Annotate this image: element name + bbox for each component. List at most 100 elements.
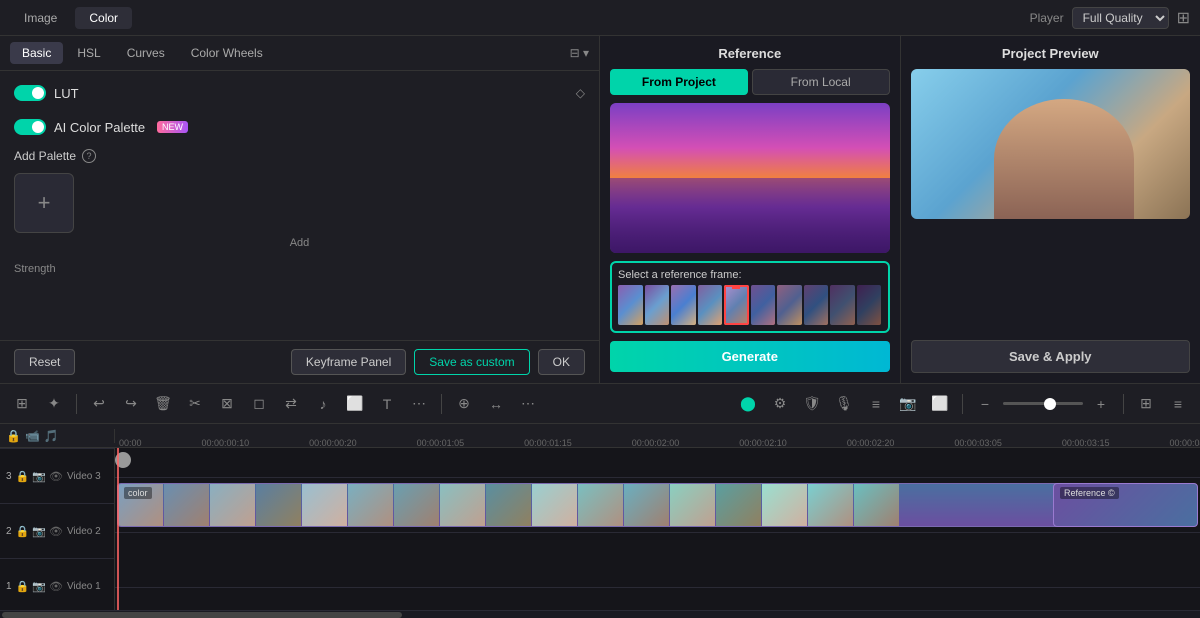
tool-list-view[interactable]: ≡ (1164, 390, 1192, 418)
track-row-video1[interactable] (115, 588, 1200, 610)
frame-thumb-4[interactable] (698, 285, 723, 325)
track-1-icons: 🔒 📷 👁 (16, 580, 63, 593)
strength-label: Strength (14, 263, 585, 275)
track-3-cam-icon[interactable]: 📷 (32, 470, 46, 483)
panel-body: LUT ◇ AI Color Palette NEW Add Palette ?… (0, 71, 599, 340)
reset-button[interactable]: Reset (14, 349, 75, 375)
tool-menu[interactable]: ≡ (862, 390, 890, 418)
track-3-eye-icon[interactable]: 👁 (49, 470, 63, 483)
tool-color-circle[interactable]: ⬤ (734, 390, 762, 418)
ok-button[interactable]: OK (538, 349, 585, 375)
frame-thumb-7[interactable] (777, 285, 802, 325)
timeline-ruler[interactable]: 00:00 00:00:00:10 00:00:00:20 00:00:01:0… (115, 424, 1200, 448)
from-local-tab[interactable]: From Local (752, 69, 890, 95)
frame-thumb-10[interactable] (857, 285, 882, 325)
tab-curves[interactable]: Curves (115, 42, 177, 64)
tool-more-2[interactable]: ⋯ (514, 390, 542, 418)
generate-button[interactable]: Generate (610, 341, 890, 372)
expand-icon[interactable]: ⊟ ▾ (570, 46, 589, 60)
track-number-1: 1 (6, 581, 12, 592)
ai-palette-toggle[interactable] (14, 119, 46, 135)
frame-thumb-6[interactable] (751, 285, 776, 325)
track-label-video3: 3 🔒 📷 👁 Video 3 (0, 449, 114, 504)
frame-thumb-8[interactable] (804, 285, 829, 325)
track-row-video2[interactable] (115, 533, 1200, 588)
tool-grid-view[interactable]: ⊞ (1132, 390, 1160, 418)
tool-delete[interactable]: 🗑 (149, 390, 177, 418)
ref-clip-video3[interactable]: Reference © (1053, 483, 1198, 527)
left-panel: Basic HSL Curves Color Wheels ⊟ ▾ LUT ◇ … (0, 36, 600, 383)
track-1-cam-icon[interactable]: 📷 (32, 580, 46, 593)
clip-thumb-c (210, 484, 255, 526)
tab-hsl[interactable]: HSL (65, 42, 112, 64)
main-clip-video3[interactable]: color (117, 483, 1150, 527)
time-3: 00:00:01:05 (417, 438, 465, 448)
tool-zoom-out[interactable]: − (971, 390, 999, 418)
tool-shield[interactable]: 🛡 (798, 390, 826, 418)
grid-layout-icon[interactable]: ⊞ (1177, 8, 1190, 28)
clip-thumb-n (716, 484, 761, 526)
clip-thumb-f (348, 484, 393, 526)
tl-lock-icon[interactable]: 🔒 (6, 429, 21, 443)
tab-color-wheels[interactable]: Color Wheels (179, 42, 275, 64)
tool-zoom-in[interactable]: + (1087, 390, 1115, 418)
reference-section: Reference From Project From Local Select… (600, 36, 901, 383)
track-1-eye-icon[interactable]: 👁 (49, 580, 63, 593)
project-preview-image (911, 69, 1191, 219)
track-row-video3[interactable]: color (115, 478, 1200, 533)
tool-transform[interactable]: ⊠ (213, 390, 241, 418)
save-custom-button[interactable]: Save as custom (414, 349, 529, 375)
sub-tabs-bar: Basic HSL Curves Color Wheels ⊟ ▾ (0, 36, 599, 71)
tool-mic[interactable]: 🎙 (830, 390, 858, 418)
tool-camera[interactable]: 📷 (894, 390, 922, 418)
tab-basic[interactable]: Basic (10, 42, 63, 64)
track-3-lock-icon[interactable]: 🔒 (16, 470, 30, 483)
clip-thumb-e (302, 484, 347, 526)
ai-palette-row: AI Color Palette NEW (14, 115, 585, 139)
tool-pointer[interactable]: ✦ (40, 390, 68, 418)
tab-color[interactable]: Color (75, 7, 132, 29)
lut-toggle[interactable] (14, 85, 46, 101)
tool-more-1[interactable]: ⋯ (405, 390, 433, 418)
frame-thumb-3[interactable] (671, 285, 696, 325)
tool-audio[interactable]: ♪ (309, 390, 337, 418)
frame-thumb-2[interactable] (645, 285, 670, 325)
keyframe-panel-button[interactable]: Keyframe Panel (291, 349, 406, 375)
tool-shape[interactable]: ⬜ (341, 390, 369, 418)
track-2-cam-icon[interactable]: 📷 (32, 525, 46, 538)
frame-thumb-5[interactable] (724, 285, 749, 325)
tool-cut[interactable]: ✂ (181, 390, 209, 418)
frame-thumb-1[interactable] (618, 285, 643, 325)
track-2-eye-icon[interactable]: 👁 (49, 525, 63, 538)
tab-image[interactable]: Image (10, 7, 71, 29)
tool-undo[interactable]: ↩ (85, 390, 113, 418)
scrollbar-thumb[interactable] (2, 612, 402, 618)
track-labels: 3 🔒 📷 👁 Video 3 2 🔒 📷 👁 Video 2 1 (0, 448, 115, 610)
save-apply-button[interactable]: Save & Apply (911, 340, 1191, 373)
quality-select[interactable]: Full Quality Half Quality Preview (1072, 7, 1169, 29)
ruler-marks: 00:00 00:00:00:10 00:00:00:20 00:00:01:0… (115, 424, 1200, 448)
tl-video-icon[interactable]: 📹 (25, 429, 40, 443)
tool-crop[interactable]: ◻ (245, 390, 273, 418)
track-2-lock-icon[interactable]: 🔒 (16, 525, 30, 538)
tool-text[interactable]: T (373, 390, 401, 418)
tool-box[interactable]: ⬜ (926, 390, 954, 418)
tool-swap[interactable]: ⇄ (277, 390, 305, 418)
from-project-tab[interactable]: From Project (610, 69, 748, 95)
frame-strip[interactable] (618, 285, 882, 325)
tl-audio-icon[interactable]: 🎵 (44, 429, 59, 443)
timeline-scrollbar[interactable] (0, 610, 1200, 618)
track-3-icons: 🔒 📷 👁 (16, 470, 63, 483)
tool-multi-select[interactable]: ⊞ (8, 390, 36, 418)
add-palette-button[interactable]: + (14, 173, 74, 233)
frame-thumb-9[interactable] (830, 285, 855, 325)
lut-row: LUT ◇ (14, 81, 585, 105)
help-icon[interactable]: ? (82, 149, 96, 163)
tool-expand[interactable]: ↔ (482, 390, 510, 418)
tool-settings[interactable]: ⚙ (766, 390, 794, 418)
tool-add[interactable]: ⊕ (450, 390, 478, 418)
timeline-area: 🔒 📹 🎵 00:00 00:00:00:10 00:00:00:20 00:0… (0, 423, 1200, 618)
zoom-slider[interactable] (1003, 402, 1083, 405)
track-1-lock-icon[interactable]: 🔒 (16, 580, 30, 593)
tool-redo[interactable]: ↪ (117, 390, 145, 418)
